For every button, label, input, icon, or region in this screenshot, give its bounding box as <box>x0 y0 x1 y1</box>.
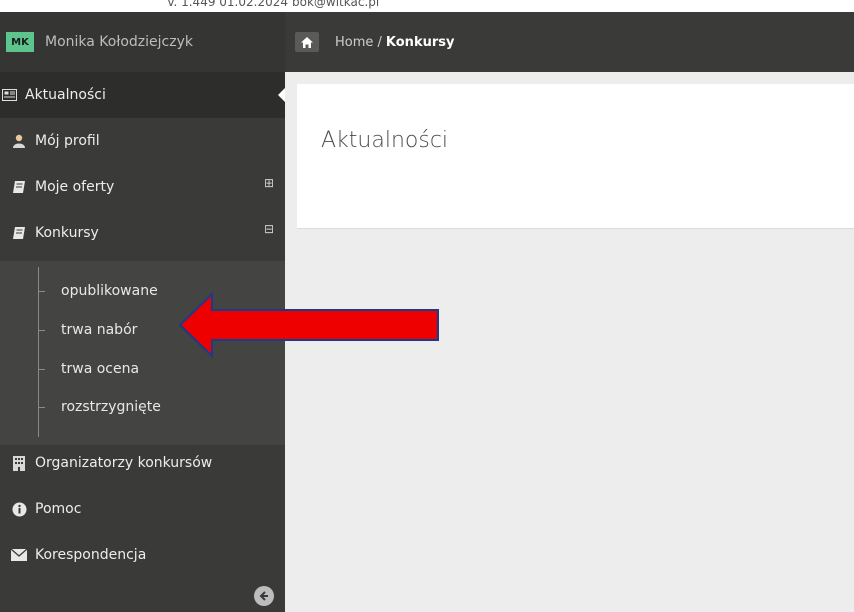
avatar: MK <box>6 32 34 52</box>
sidebar-item-label: Mój profil <box>35 133 100 149</box>
sidebar-item-label: Moje oferty <box>35 179 115 195</box>
email-hint[interactable]: bok@witkac.pl <box>292 0 379 9</box>
envelope-icon <box>10 549 28 561</box>
user-bar[interactable]: MK Monika Kołodziejczyk <box>0 12 285 72</box>
submenu-item-rozstrzygniete[interactable]: rozstrzygnięte <box>38 389 161 425</box>
home-icon <box>301 36 313 48</box>
newspaper-icon <box>0 89 18 101</box>
sidebar-item-korespondencja[interactable]: Korespondencja <box>10 532 295 578</box>
info-icon <box>10 502 28 517</box>
sidebar-item-organizatorzy[interactable]: Organizatorzy konkursów <box>10 440 295 486</box>
version-label: v. 1.449 01.02.2024 <box>167 0 288 9</box>
book-icon <box>10 180 28 194</box>
submenu-item-trwa-ocena[interactable]: trwa ocena <box>38 351 139 387</box>
sidebar-item-label: Organizatorzy konkursów <box>35 455 213 471</box>
sidebar-item-label: Aktualności <box>25 87 106 103</box>
breadcrumb-home[interactable]: Home / <box>335 35 382 50</box>
sidebar-item-pomoc[interactable]: Pomoc <box>10 486 295 532</box>
red-arrow-annotation <box>178 292 439 358</box>
sidebar-item-aktualnosci[interactable]: Aktualności <box>0 72 285 118</box>
building-icon <box>10 455 28 471</box>
sidebar-item-konkursy[interactable]: Konkursy ⊟ <box>10 210 285 256</box>
breadcrumb: Home / Konkursy <box>335 35 454 50</box>
book-icon <box>10 226 28 240</box>
user-icon <box>10 134 28 148</box>
top-bar: Home / Konkursy <box>285 12 854 72</box>
sidebar-item-moje-oferty[interactable]: Moje oferty ⊞ <box>10 164 285 210</box>
user-name[interactable]: Monika Kołodziejczyk <box>45 34 193 50</box>
active-indicator <box>278 88 285 102</box>
news-panel: Aktualności <box>297 84 854 229</box>
sidebar-collapse-button[interactable] <box>254 586 274 606</box>
top-strip: v. 1.449 01.02.2024 bok@witkac.pl <box>0 0 854 12</box>
home-button[interactable] <box>295 32 319 52</box>
page-title: Aktualności <box>321 128 449 153</box>
submenu-item-trwa-nabor[interactable]: trwa nabór <box>38 312 137 348</box>
expand-icon[interactable]: ⊞ <box>264 177 274 189</box>
sidebar-item-moj-profil[interactable]: Mój profil <box>10 118 295 164</box>
submenu-item-opublikowane[interactable]: opublikowane <box>38 273 158 309</box>
sidebar-item-label: Pomoc <box>35 501 82 517</box>
collapse-icon[interactable]: ⊟ <box>264 223 274 235</box>
sidebar-item-label: Korespondencja <box>35 547 147 563</box>
sidebar-item-label: Konkursy <box>35 225 99 241</box>
breadcrumb-current: Konkursy <box>385 34 455 50</box>
arrow-left-icon <box>259 591 268 601</box>
